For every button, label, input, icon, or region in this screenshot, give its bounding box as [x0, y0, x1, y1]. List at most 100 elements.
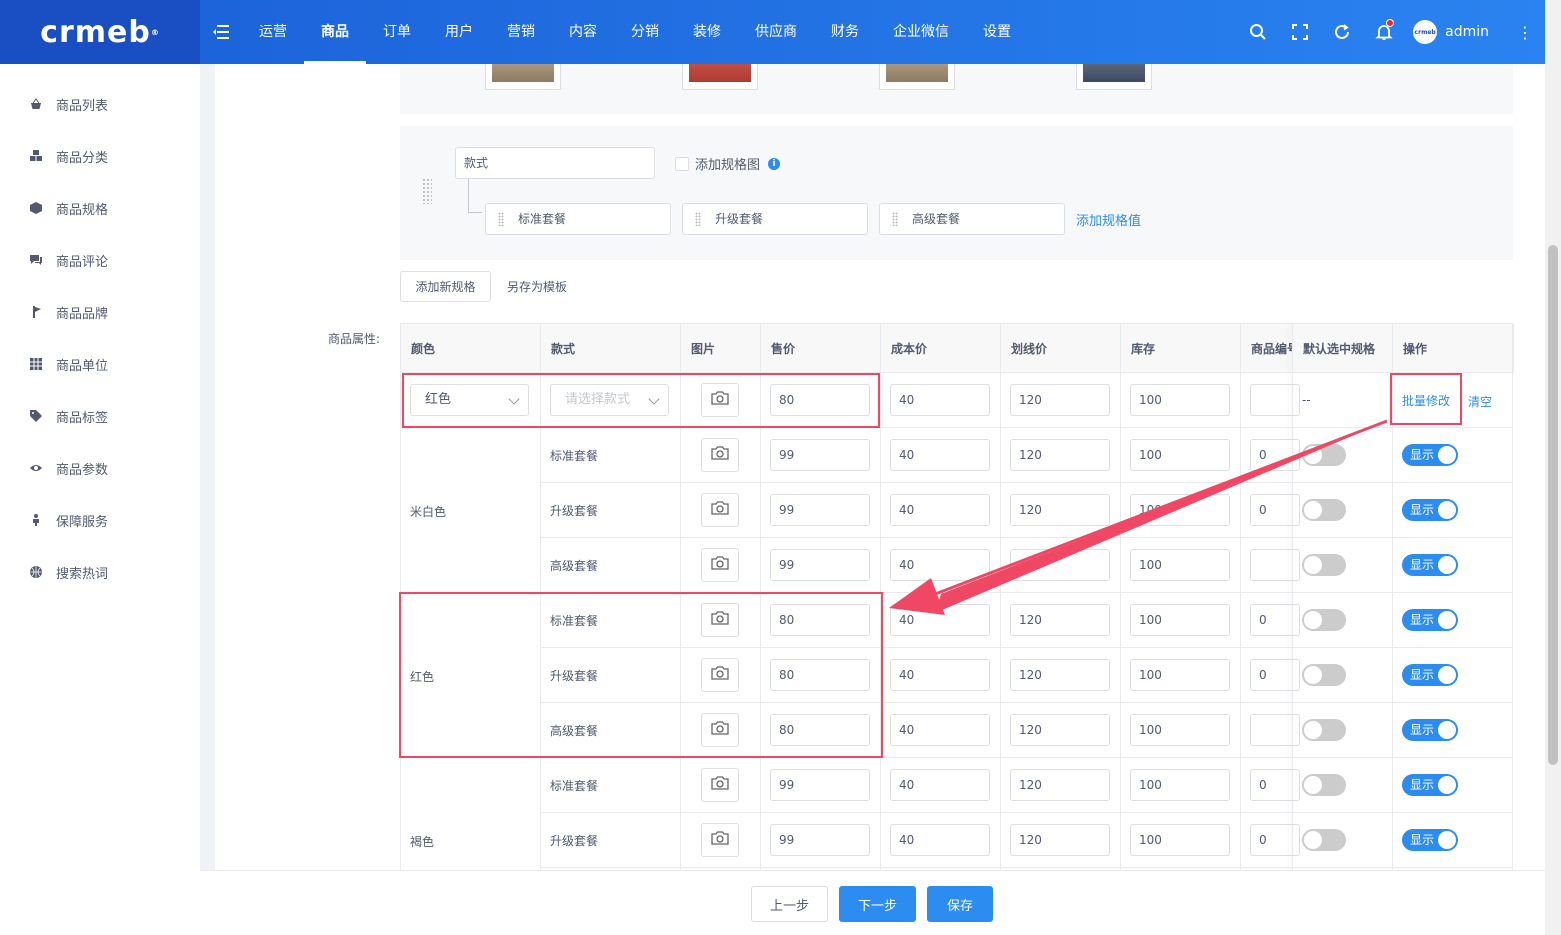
scroll-thumb[interactable] [1548, 245, 1558, 765]
upload-image-button[interactable] [701, 493, 739, 527]
cost-input[interactable]: 40 [890, 494, 990, 526]
sidebar-item[interactable]: 商品分类 [0, 130, 200, 182]
default-spec-toggle[interactable] [1302, 774, 1346, 796]
stock-input[interactable]: 100 [1130, 439, 1230, 471]
stock-input[interactable]: 100 [1130, 824, 1230, 856]
spec-thumbnail[interactable] [485, 64, 561, 90]
show-toggle[interactable]: 显示 [1402, 829, 1458, 851]
default-spec-toggle[interactable] [1302, 829, 1346, 851]
spec-value-input[interactable]: 标准套餐 [485, 203, 671, 235]
bell-icon[interactable] [1363, 19, 1405, 41]
save-as-template-button[interactable]: 另存为模板 [507, 271, 567, 302]
default-spec-toggle[interactable] [1302, 609, 1346, 631]
show-toggle[interactable]: 显示 [1402, 554, 1458, 576]
upload-image-button[interactable] [701, 823, 739, 857]
cost-input[interactable]: 40 [890, 659, 990, 691]
show-toggle[interactable]: 显示 [1402, 719, 1458, 741]
prev-step-button[interactable]: 上一步 [751, 886, 828, 922]
sidebar-item[interactable]: 搜索热词 [0, 546, 200, 598]
cost-input[interactable]: 40 [890, 714, 990, 746]
list-price-input[interactable]: 120 [1010, 384, 1110, 416]
cost-input[interactable]: 40 [890, 824, 990, 856]
next-step-button[interactable]: 下一步 [839, 886, 916, 922]
nav-item[interactable]: 运营 [242, 0, 304, 64]
nav-item[interactable]: 分销 [614, 0, 676, 64]
stock-input[interactable]: 100 [1130, 494, 1230, 526]
default-spec-toggle[interactable] [1302, 444, 1346, 466]
nav-item[interactable]: 装修 [676, 0, 738, 64]
add-spec-value-link[interactable]: 添加规格值 [1076, 210, 1141, 229]
page-scrollbar[interactable] [1545, 0, 1561, 935]
list-price-input[interactable]: 120 [1010, 714, 1110, 746]
refresh-icon[interactable] [1321, 23, 1363, 41]
show-toggle[interactable]: 显示 [1402, 499, 1458, 521]
list-price-input[interactable]: 120 [1010, 494, 1110, 526]
cost-input[interactable]: 40 [890, 769, 990, 801]
upload-image-button[interactable] [701, 768, 739, 802]
price-input[interactable]: 99 [770, 439, 870, 471]
avatar[interactable]: crmeb [1413, 20, 1438, 44]
cost-input[interactable]: 40 [890, 384, 990, 416]
stock-input[interactable]: 100 [1130, 769, 1230, 801]
show-toggle[interactable]: 显示 [1402, 444, 1458, 466]
stock-input[interactable]: 100 [1130, 549, 1230, 581]
list-price-input[interactable]: 120 [1010, 604, 1110, 636]
nav-item[interactable]: 营销 [490, 0, 552, 64]
price-input[interactable]: 99 [770, 549, 870, 581]
nav-item[interactable]: 用户 [428, 0, 490, 64]
cost-input[interactable]: 40 [890, 549, 990, 581]
nav-item[interactable]: 内容 [552, 0, 614, 64]
sidebar-item[interactable]: 商品单位 [0, 338, 200, 390]
sidebar-item[interactable]: 商品参数 [0, 442, 200, 494]
nav-item[interactable]: 企业微信 [876, 0, 966, 64]
nav-item[interactable]: 财务 [814, 0, 876, 64]
nav-item[interactable]: 订单 [366, 0, 428, 64]
brand-logo[interactable]: crmeb ® [0, 0, 200, 64]
drag-handle-icon[interactable] [695, 212, 701, 226]
sidebar-item[interactable]: 商品列表 [0, 78, 200, 130]
info-icon[interactable]: i [768, 157, 781, 170]
price-input[interactable]: 99 [770, 824, 870, 856]
stock-input[interactable]: 100 [1130, 714, 1230, 746]
spec-thumbnail[interactable] [1076, 64, 1152, 90]
nav-item[interactable]: 商品 [304, 0, 366, 64]
list-price-input[interactable]: 120 [1010, 439, 1110, 471]
menu-fold-icon[interactable] [200, 25, 242, 39]
price-input[interactable]: 99 [770, 769, 870, 801]
clear-link[interactable]: 清空 [1468, 393, 1492, 410]
more-vertical-icon[interactable]: ⋮ [1515, 23, 1535, 42]
price-input[interactable]: 99 [770, 494, 870, 526]
drag-handle-icon[interactable] [498, 212, 504, 226]
default-spec-toggle[interactable] [1302, 719, 1346, 741]
fullscreen-icon[interactable] [1279, 23, 1321, 41]
stock-input[interactable]: 100 [1130, 604, 1230, 636]
search-icon[interactable] [1237, 23, 1279, 41]
sidebar-item[interactable]: 商品规格 [0, 182, 200, 234]
nav-item[interactable]: 设置 [966, 0, 1028, 64]
list-price-input[interactable]: 120 [1010, 769, 1110, 801]
default-spec-toggle[interactable] [1302, 499, 1346, 521]
cost-input[interactable]: 40 [890, 439, 990, 471]
spec-thumbnail[interactable] [879, 64, 955, 90]
save-button[interactable]: 保存 [927, 886, 993, 922]
stock-input[interactable]: 100 [1130, 659, 1230, 691]
checkbox-icon[interactable] [675, 156, 689, 171]
spec-thumbnail[interactable] [682, 64, 758, 90]
add-new-spec-button[interactable]: 添加新规格 [400, 271, 491, 302]
sidebar-item[interactable]: 保障服务 [0, 494, 200, 546]
default-spec-toggle[interactable] [1302, 554, 1346, 576]
nav-item[interactable]: 供应商 [738, 0, 814, 64]
list-price-input[interactable]: 120 [1010, 659, 1110, 691]
sidebar-item[interactable]: 商品评论 [0, 234, 200, 286]
spec-value-input[interactable]: 高级套餐 [879, 203, 1065, 235]
show-toggle[interactable]: 显示 [1402, 664, 1458, 686]
default-spec-toggle[interactable] [1302, 664, 1346, 686]
username[interactable]: admin [1445, 24, 1489, 40]
stock-input[interactable]: 100 [1130, 384, 1230, 416]
list-price-input[interactable]: 120 [1010, 824, 1110, 856]
sidebar-item[interactable]: 商品标签 [0, 390, 200, 442]
show-toggle[interactable]: 显示 [1402, 774, 1458, 796]
spec-value-input[interactable]: 升级套餐 [682, 203, 868, 235]
cost-input[interactable]: 40 [890, 604, 990, 636]
show-toggle[interactable]: 显示 [1402, 609, 1458, 631]
